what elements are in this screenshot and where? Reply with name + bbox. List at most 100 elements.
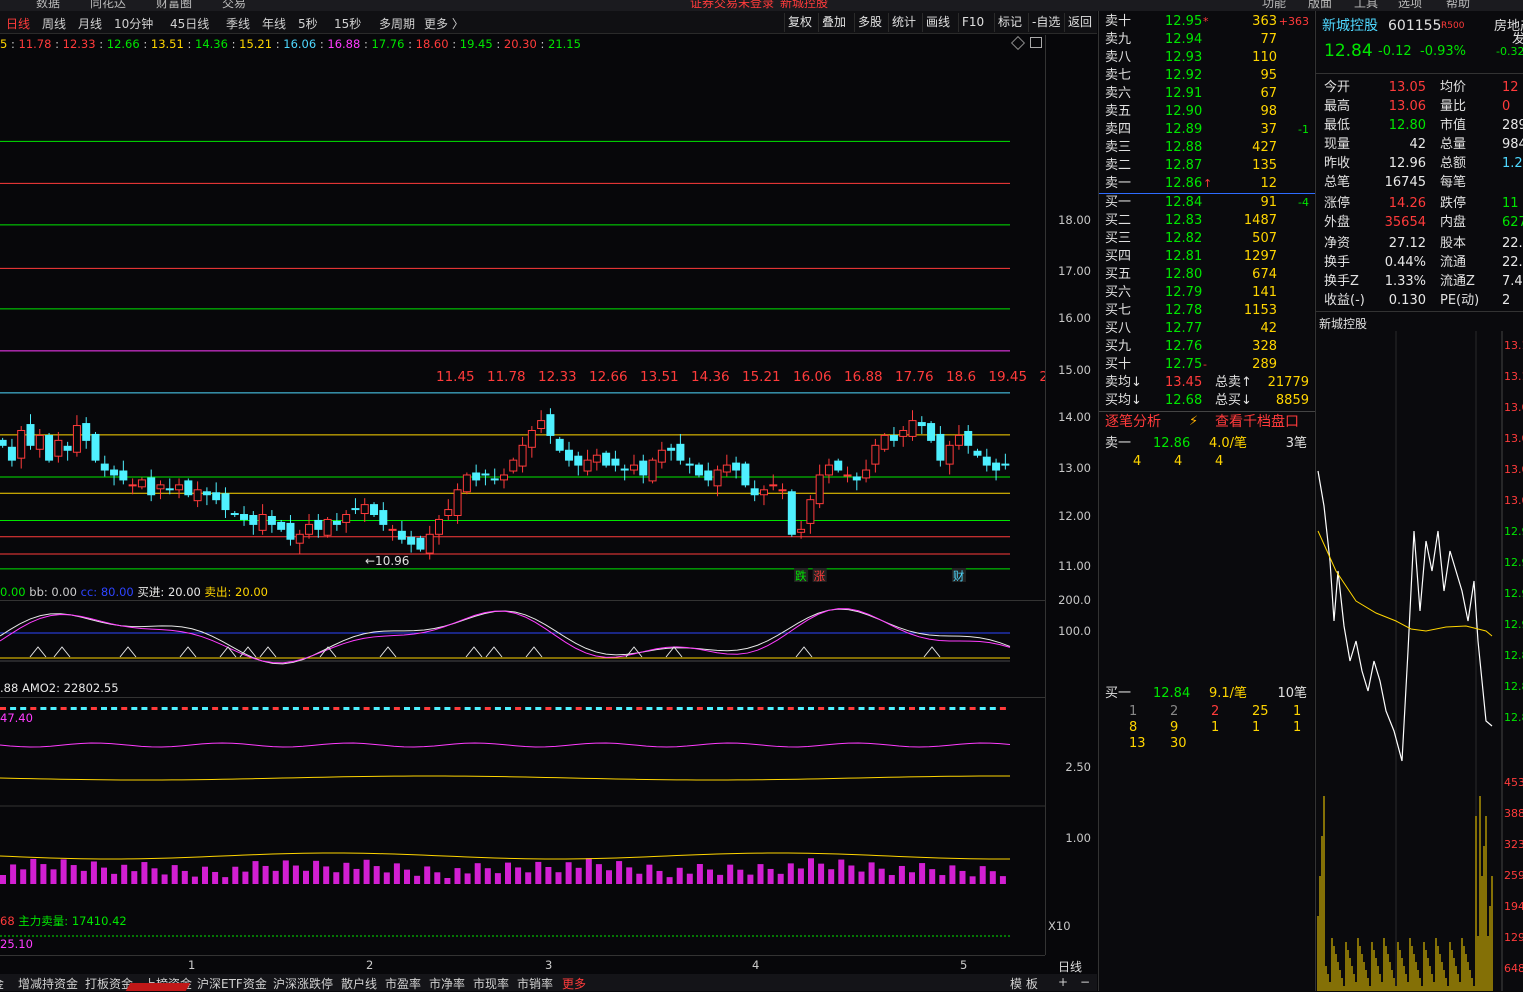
level-label: 17.76	[895, 369, 934, 385]
amo-bar	[232, 707, 239, 710]
period-年线[interactable]: 年线	[262, 15, 286, 32]
period-日线[interactable]: 日线	[6, 15, 30, 32]
tool-复权[interactable]: 复权	[784, 13, 815, 32]
period-15秒[interactable]: 15秒	[334, 15, 361, 32]
top-menu-item[interactable]: 帮助	[1446, 0, 1470, 11]
candle-body	[379, 510, 388, 525]
settings-icon[interactable]	[1010, 35, 1026, 51]
period-周线[interactable]: 周线	[42, 15, 66, 32]
event-tag[interactable]: 涨	[812, 568, 827, 583]
bottom-tab[interactable]: 金	[0, 975, 4, 992]
period-10分钟[interactable]: 10分钟	[114, 15, 153, 32]
ask-row[interactable]: 卖九 12.94 77	[1099, 31, 1311, 49]
bottom-tab[interactable]: 市销率	[517, 975, 553, 992]
candle-body	[592, 454, 601, 463]
candle-body	[778, 489, 787, 492]
candle-body	[927, 423, 936, 441]
event-tag[interactable]: 跌	[794, 568, 809, 583]
tick-analysis-tab[interactable]: 逐笔分析	[1105, 413, 1161, 431]
top-menu-item[interactable]: 选项	[1398, 0, 1422, 11]
candle	[732, 456, 741, 479]
period-5秒[interactable]: 5秒	[298, 15, 318, 32]
amo-bar	[777, 707, 784, 710]
top-menu-item[interactable]: 证券交易未登录	[690, 0, 774, 11]
bottom-tab[interactable]: 模 板	[1010, 975, 1038, 992]
tool-返回[interactable]: 返回	[1064, 13, 1095, 32]
bottom-tab[interactable]: 散户线	[341, 975, 377, 992]
bid-row[interactable]: 买四 12.81 1297	[1099, 248, 1311, 266]
ask-row[interactable]: 卖八 12.93 110	[1099, 49, 1311, 67]
tool--自选[interactable]: -自选	[1028, 13, 1063, 32]
bid-row[interactable]: 买八 12.77 42	[1099, 320, 1311, 338]
ask-row[interactable]: 卖六 12.91 67	[1099, 85, 1311, 103]
ask-row[interactable]: 卖二 12.87 135	[1099, 157, 1311, 175]
ask-row[interactable]: 卖五 12.90 98	[1099, 103, 1311, 121]
field-value: 27.12	[1388, 236, 1426, 251]
top-menu-item[interactable]: 财富圈	[156, 0, 192, 11]
period-季线[interactable]: 季线	[226, 15, 250, 32]
queue-item: 13	[1129, 736, 1146, 751]
bottom-tab[interactable]: 市现率	[473, 975, 509, 992]
tool-统计[interactable]: 统计	[888, 13, 919, 32]
ask-row[interactable]: 卖十 12.95 363 * +363	[1099, 13, 1311, 31]
top-menu-item[interactable]: 工具	[1354, 0, 1378, 11]
ask-row[interactable]: 卖一 12.86 12 ↑	[1099, 175, 1311, 193]
indicator1-chart[interactable]	[0, 600, 1045, 680]
tool-多股[interactable]: 多股	[854, 13, 885, 32]
period-月线[interactable]: 月线	[78, 15, 102, 32]
period-多周期[interactable]: 多周期	[379, 15, 415, 32]
tool-画线[interactable]: 画线	[922, 13, 953, 32]
field-value: 0	[1502, 99, 1511, 114]
level-delta: -4	[1298, 196, 1309, 209]
ask-row[interactable]: 卖三 12.88 427	[1099, 139, 1311, 157]
candle	[175, 478, 184, 499]
level-volume: 427	[1252, 140, 1277, 155]
deep-book-link[interactable]: 查看千档盘口	[1215, 413, 1299, 431]
stock-name[interactable]: 新城控股	[1322, 17, 1378, 36]
tool-叠加[interactable]: 叠加	[818, 13, 849, 32]
event-tag[interactable]: 财	[951, 568, 966, 583]
ask-row[interactable]: 卖七 12.92 95	[1099, 67, 1311, 85]
panel-toggle-icon[interactable]	[1030, 37, 1042, 48]
top-menu-item[interactable]: 数据	[36, 0, 60, 11]
period-45日线[interactable]: 45日线	[170, 15, 209, 32]
candle	[806, 495, 815, 534]
bid-row[interactable]: 买十 12.75 289 -	[1099, 356, 1311, 374]
bottom-tab[interactable]: +	[1058, 975, 1068, 989]
bid-row[interactable]: 买六 12.79 141	[1099, 284, 1311, 302]
top-menu-item[interactable]: 新城控股	[780, 0, 828, 11]
bid-row[interactable]: 买五 12.80 674	[1099, 266, 1311, 284]
volume-bar	[80, 870, 87, 884]
top-menu-item[interactable]: 交易	[222, 0, 246, 11]
bottom-tab[interactable]: −	[1080, 975, 1090, 989]
bid-row[interactable]: 买一 12.84 91 -4	[1099, 194, 1311, 212]
bottom-tab[interactable]: 市盈率	[385, 975, 421, 992]
bottom-tab[interactable]: 沪深涨跌停	[273, 975, 333, 992]
bid-row[interactable]: 买二 12.83 1487	[1099, 212, 1311, 230]
tool-F10[interactable]: F10	[958, 13, 987, 32]
top-menu-item[interactable]: 功能	[1262, 0, 1286, 11]
top-menu-item[interactable]: 版面	[1308, 0, 1332, 11]
bid-row[interactable]: 买三 12.82 507	[1099, 230, 1311, 248]
bottom-tab[interactable]: 更多	[562, 975, 586, 992]
ask-row[interactable]: 卖四 12.89 37 -1	[1099, 121, 1311, 139]
intraday-chart[interactable]: 13.1 13.1 13.0 13.0 13.0 13.0 12.9 12.9 12.9 12.9…	[1316, 331, 1523, 991]
info-row: 外盘 35654 内盘 627	[1316, 213, 1523, 232]
bid-row[interactable]: 买九 12.76 328	[1099, 338, 1311, 356]
indicator3-chart[interactable]	[0, 929, 1045, 955]
x-axis-mode[interactable]: 日线	[1058, 958, 1082, 975]
bottom-tab[interactable]: 增减持资金	[18, 975, 78, 992]
level-volume: 674	[1252, 267, 1277, 282]
indicator2-chart[interactable]	[0, 697, 1045, 909]
top-menu-item[interactable]: 同花达	[90, 0, 126, 11]
level-label: 卖八	[1105, 50, 1132, 65]
candle	[305, 514, 314, 539]
period-更多 〉[interactable]: 更多 〉	[424, 15, 464, 32]
bottom-tab[interactable]: 市净率	[429, 975, 465, 992]
kline-chart[interactable]: 11.45 11.78 12.33 12.66 13.51 14.36 15.21 16.06…	[0, 53, 1045, 583]
candle	[797, 520, 806, 539]
tool-标记[interactable]: 标记	[994, 13, 1025, 32]
candle-body	[546, 414, 555, 436]
bottom-tab[interactable]: 沪深ETF资金	[197, 975, 267, 992]
bid-row[interactable]: 买七 12.78 1153	[1099, 302, 1311, 320]
